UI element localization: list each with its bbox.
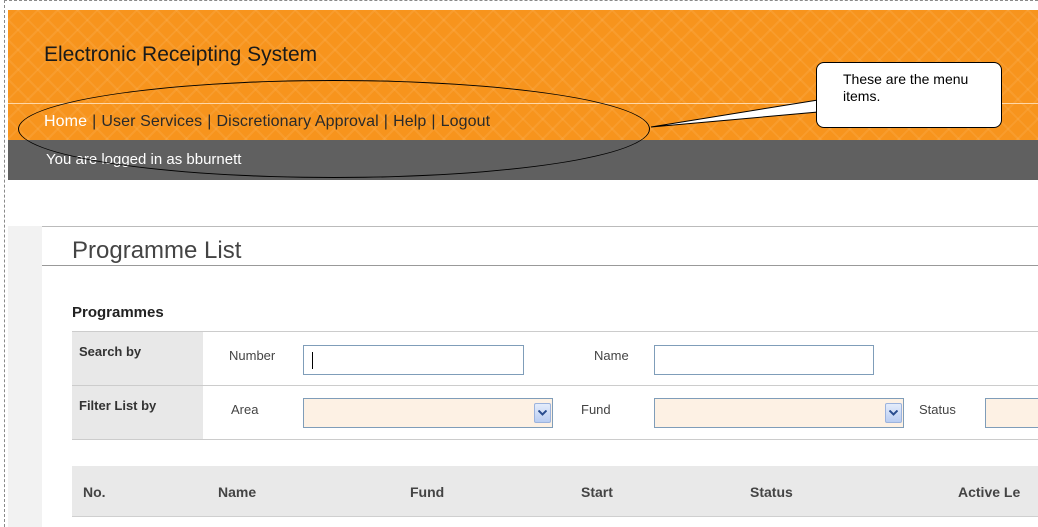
search-row-label: Search by — [72, 332, 203, 385]
filter-row-label: Filter List by — [72, 386, 203, 439]
page-border-top — [4, 0, 1038, 1]
name-input[interactable] — [654, 345, 874, 375]
number-label: Number — [229, 348, 276, 363]
menu-separator: | — [92, 113, 97, 130]
column-header-start[interactable]: Start — [581, 484, 613, 500]
search-filter-panel: Search by Number Name Filter List by Are… — [72, 331, 1038, 440]
title-rule — [42, 265, 1038, 266]
filter-row: Filter List by Area Fund Status — [72, 385, 1038, 440]
area-dropdown-button[interactable] — [534, 403, 551, 423]
logged-in-text: You are logged in as bburnett — [46, 151, 242, 168]
title-rule-top — [42, 226, 1038, 227]
page-title: Programme List — [72, 237, 242, 264]
main-menu: Home | User Services | Discretionary Approva… — [44, 113, 490, 131]
menu-item-help[interactable]: Help — [393, 113, 426, 130]
fund-select[interactable] — [654, 398, 904, 428]
callout-text: These are the menu items. — [843, 71, 969, 104]
app-title: Electronic Receipting System — [44, 43, 318, 66]
column-header-fund[interactable]: Fund — [410, 484, 444, 500]
programme-list-header: No. Name Fund Start Status Active Le — [72, 466, 1038, 517]
status-label: Status — [919, 402, 956, 417]
menu-item-discretionary-approval[interactable]: Discretionary Approval — [217, 113, 379, 130]
login-status-bar: You are logged in as bburnett — [8, 140, 1038, 180]
status-select[interactable] — [985, 398, 1038, 428]
column-header-status[interactable]: Status — [750, 484, 793, 500]
name-label: Name — [594, 348, 629, 363]
area-select[interactable] — [303, 398, 553, 428]
column-header-no[interactable]: No. — [83, 484, 106, 500]
column-header-name[interactable]: Name — [218, 484, 256, 500]
chevron-down-icon — [538, 410, 547, 416]
menu-separator: | — [383, 113, 389, 130]
menu-item-logout[interactable]: Logout — [441, 113, 491, 130]
search-row: Search by Number Name — [72, 331, 1038, 385]
area-label: Area — [231, 402, 259, 417]
menu-separator: | — [207, 113, 212, 130]
section-heading: Programmes — [72, 304, 164, 321]
text-caret — [312, 352, 313, 369]
menu-separator: | — [431, 113, 436, 130]
page-border-left — [4, 0, 5, 527]
chevron-down-icon — [889, 410, 898, 416]
number-input[interactable] — [303, 345, 524, 375]
left-gutter — [8, 226, 42, 527]
menu-item-home[interactable]: Home — [44, 113, 87, 130]
fund-dropdown-button[interactable] — [885, 403, 902, 423]
column-header-active-level[interactable]: Active Le — [958, 484, 1020, 500]
menu-item-user-services[interactable]: User Services — [101, 113, 202, 130]
fund-label: Fund — [581, 402, 611, 417]
annotation-callout: These are the menu items. — [816, 62, 1002, 128]
